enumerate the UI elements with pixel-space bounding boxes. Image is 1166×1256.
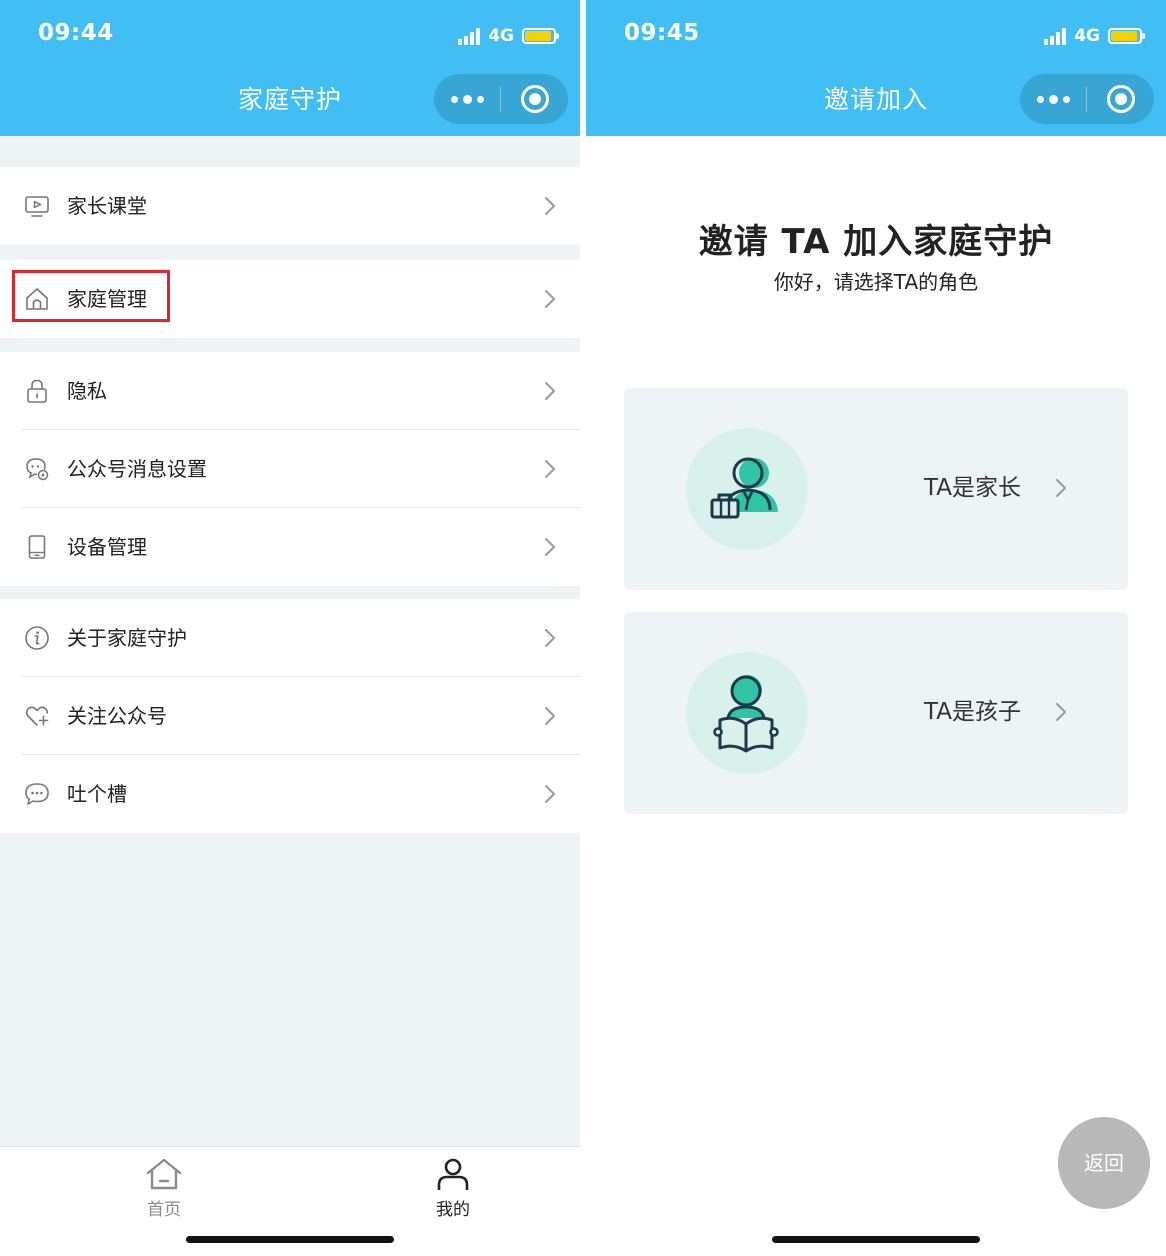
menu-item-device-management[interactable]: 设备管理: [0, 508, 580, 586]
chevron-right-icon: [1056, 703, 1066, 721]
info-icon: [25, 626, 49, 650]
menu-item-label: 隐私: [67, 379, 107, 403]
menu-item-label: 设备管理: [67, 535, 147, 559]
app-header: 09:44 4G 家庭守护: [0, 0, 580, 136]
phone-device-icon: [28, 535, 46, 559]
chevron-right-icon: [1056, 479, 1066, 497]
menu-item-about[interactable]: 关于家庭守护: [0, 599, 580, 677]
network-type: 4G: [488, 26, 514, 46]
chevron-right-icon: [545, 707, 555, 725]
role-card-parent[interactable]: TA是家长: [624, 388, 1128, 590]
mini-program-capsule: [434, 74, 568, 124]
heart-follow-icon: [25, 706, 49, 726]
chevron-right-icon: [545, 290, 555, 308]
person-tab-icon: [437, 1158, 469, 1190]
tab-home[interactable]: 首页: [104, 1157, 224, 1220]
family-guard-menu-screen: 09:44 4G 家庭守护 家长课堂 家庭管理 隐私 公众号消息设置 设备管理 …: [0, 0, 580, 1256]
menu-item-official-account-settings[interactable]: 公众号消息设置: [0, 430, 580, 508]
role-card-child[interactable]: TA是孩子: [624, 612, 1128, 814]
message-settings-icon: [26, 458, 49, 481]
close-miniprogram-icon[interactable]: [1087, 85, 1154, 113]
chat-bubble-icon: [25, 783, 49, 805]
lock-icon: [27, 379, 47, 403]
close-miniprogram-icon[interactable]: [501, 85, 568, 113]
network-type: 4G: [1074, 26, 1100, 46]
menu-item-feedback[interactable]: 吐个槽: [0, 755, 580, 833]
chevron-right-icon: [545, 460, 555, 478]
role-avatar: [686, 652, 808, 774]
child-reading-icon: [713, 675, 779, 753]
parent-briefcase-icon: [710, 457, 778, 519]
role-avatar: [686, 428, 808, 550]
menu-item-privacy[interactable]: 隐私: [0, 352, 580, 430]
menu-item-label: 家长课堂: [67, 194, 147, 218]
signal-icon: [1044, 27, 1068, 45]
more-options-icon[interactable]: [1020, 94, 1086, 104]
chevron-right-icon: [545, 538, 555, 556]
more-options-icon[interactable]: [434, 94, 500, 104]
status-time: 09:45: [624, 20, 700, 46]
role-label: TA是孩子: [924, 699, 1021, 725]
status-time: 09:44: [38, 20, 114, 46]
status-indicators: 4G: [1044, 24, 1145, 48]
highlight-annotation-box: [12, 270, 170, 322]
battery-icon: [1108, 28, 1145, 44]
menu-item-label: 公众号消息设置: [67, 457, 207, 481]
status-indicators: 4G: [458, 24, 559, 48]
menu-item-parent-class[interactable]: 家长课堂: [0, 167, 580, 245]
battery-icon: [522, 28, 559, 44]
home-tab-icon: [146, 1158, 182, 1190]
menu-item-label: 关注公众号: [67, 704, 167, 728]
mini-program-capsule: [1020, 74, 1154, 124]
home-indicator: [186, 1236, 394, 1243]
chevron-right-icon: [545, 629, 555, 647]
chevron-right-icon: [545, 785, 555, 803]
back-button[interactable]: 返回: [1058, 1117, 1150, 1209]
role-label: TA是家长: [924, 475, 1021, 501]
invite-heading: 邀请 TA 加入家庭守护: [698, 222, 1054, 262]
app-header: 09:45 4G 邀请加入: [586, 0, 1166, 136]
invite-join-screen: 09:45 4G 邀请加入 邀请 TA 加入家庭守护 你好，请选择TA的角色 T…: [586, 0, 1166, 1256]
menu-group-settings: 隐私 公众号消息设置 设备管理: [0, 352, 580, 586]
menu-group-about: 关于家庭守护 关注公众号 吐个槽: [0, 599, 580, 833]
invite-subheading: 你好，请选择TA的角色: [773, 270, 979, 294]
menu-item-label: 关于家庭守护: [67, 626, 187, 650]
signal-icon: [458, 27, 482, 45]
tab-label: 我的: [436, 1200, 470, 1220]
menu-group-course: 家长课堂: [0, 167, 580, 245]
home-indicator: [772, 1236, 980, 1243]
chevron-right-icon: [545, 197, 555, 215]
tab-mine[interactable]: 我的: [393, 1157, 513, 1220]
chevron-right-icon: [545, 382, 555, 400]
menu-item-label: 吐个槽: [67, 782, 127, 806]
menu-item-follow-account[interactable]: 关注公众号: [0, 677, 580, 755]
tab-label: 首页: [147, 1200, 181, 1220]
video-lesson-icon: [25, 196, 49, 217]
